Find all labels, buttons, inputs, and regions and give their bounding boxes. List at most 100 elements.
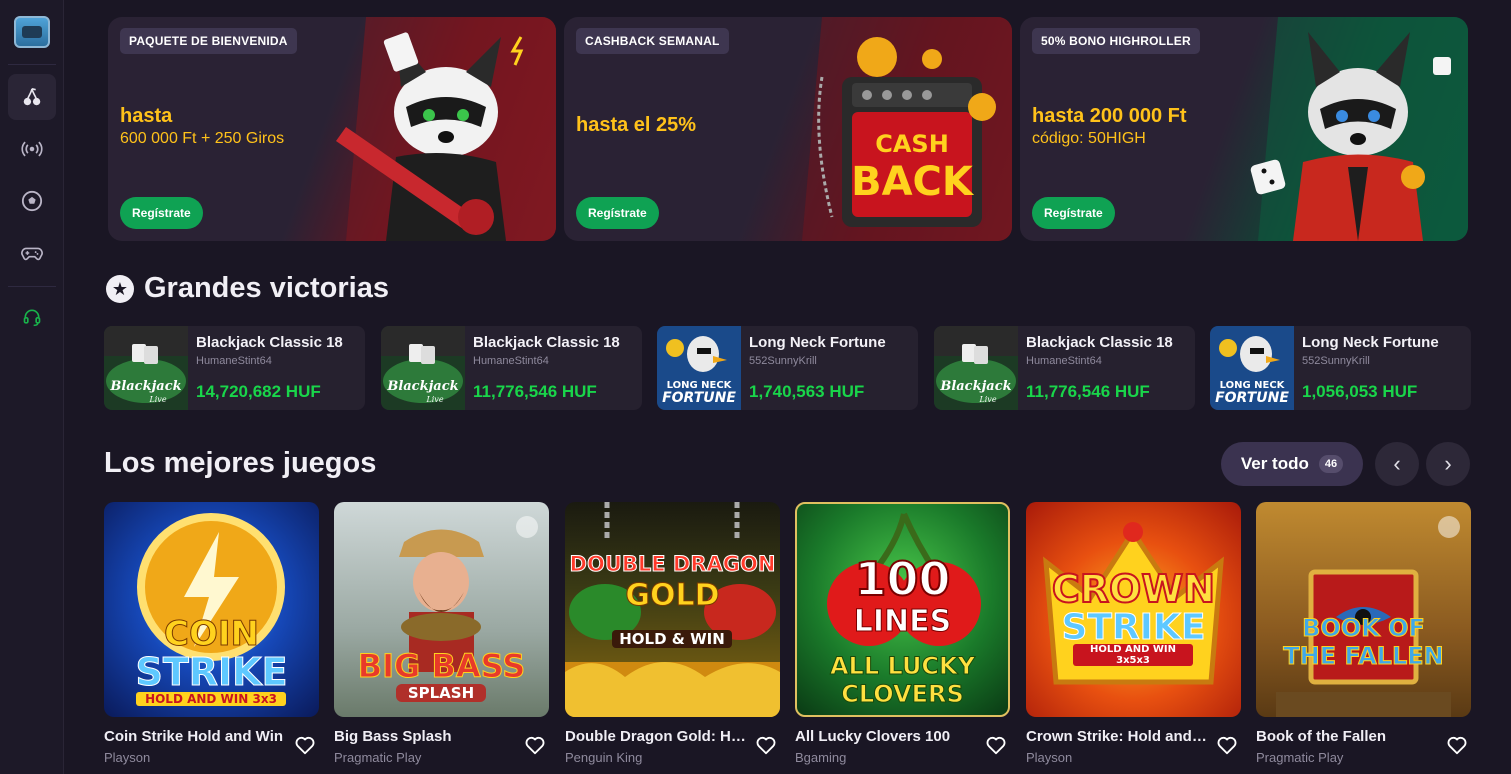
view-all-label: Ver todo <box>1240 454 1309 473</box>
sidebar-item-games[interactable] <box>8 230 56 276</box>
live-broadcast-icon <box>21 141 43 157</box>
game-card[interactable]: BOOK OF THE FALLEN Book of the Fallen Pr… <box>1256 502 1471 765</box>
banner-headline: hasta el 25% <box>576 114 697 136</box>
win-game-name: Long Neck Fortune <box>1302 334 1439 351</box>
game-card[interactable]: DOUBLE DRAGON GOLD HOLD & WIN Double Dra… <box>565 502 780 765</box>
win-amount: 11,776,546 HUF <box>1026 382 1150 401</box>
banner-tag: CASHBACK SEMANAL <box>576 28 729 54</box>
raccoon-dice-illustration <box>1250 17 1468 241</box>
long-neck-fortune-thumbnail: LONG NECK FORTUNE <box>1210 326 1294 410</box>
game-thumbnail[interactable]: CROWN STRIKE HOLD AND WIN 3x5x3 <box>1026 502 1241 717</box>
sidebar-divider <box>8 64 56 65</box>
svg-text:FORTUNE: FORTUNE <box>1215 390 1289 406</box>
cash-art-text: CASH <box>875 130 949 158</box>
blackjack-thumbnail: Blackjack Live <box>104 326 188 410</box>
sidebar-divider <box>8 286 56 287</box>
chevron-left-icon: ‹ <box>1393 451 1401 476</box>
sidebar <box>0 0 64 774</box>
chevron-right-icon: › <box>1444 451 1452 476</box>
register-button[interactable]: Regístrate <box>576 197 659 229</box>
win-amount: 11,776,546 HUF <box>473 382 597 401</box>
game-thumbnail[interactable]: BOOK OF THE FALLEN <box>1256 502 1471 717</box>
big-win-card[interactable]: LONG NECK FORTUNE Long Neck Fortune 552S… <box>1210 326 1471 410</box>
heart-icon[interactable] <box>1216 734 1238 756</box>
blackjack-thumbnail: Blackjack Live <box>934 326 1018 410</box>
game-provider: Pragmatic Play <box>1256 750 1344 765</box>
game-thumbnail[interactable]: 100 LINES ALL LUCKY CLOVERS <box>795 502 1010 717</box>
svg-text:Blackjack: Blackjack <box>939 379 1011 394</box>
win-game-name: Blackjack Classic 18 <box>473 334 620 351</box>
promo-banner-highroller[interactable]: 50% BONO HIGHROLLER hasta 200 000 Ft cód… <box>1020 17 1468 241</box>
game-title: Book of the Fallen <box>1256 728 1387 745</box>
heart-icon[interactable] <box>755 734 777 756</box>
main-content: PAQUETE DE BIENVENIDA hasta 600 000 Ft +… <box>64 0 1511 774</box>
win-username: HumaneStint64 <box>1026 355 1102 367</box>
big-win-card[interactable]: Blackjack Live Blackjack Classic 18 Huma… <box>104 326 365 410</box>
game-title: All Lucky Clovers 100 <box>795 728 951 745</box>
game-card[interactable]: COIN STRIKE HOLD AND WIN 3x3 Coin Strike… <box>104 502 319 765</box>
blackjack-thumbnail: Blackjack Live <box>381 326 465 410</box>
svg-text:Live: Live <box>148 395 166 404</box>
cashback-amp-illustration: CASH BACK <box>802 17 1012 241</box>
win-amount: 14,720,682 HUF <box>196 382 321 401</box>
raccoon-guitar-illustration <box>336 17 556 241</box>
logo-icon[interactable] <box>14 16 50 48</box>
promo-banner-welcome[interactable]: PAQUETE DE BIENVENIDA hasta 600 000 Ft +… <box>108 17 556 241</box>
long-neck-fortune-thumbnail: LONG NECK FORTUNE <box>657 326 741 410</box>
heart-icon[interactable] <box>1446 734 1468 756</box>
soccer-ball-icon <box>21 190 43 212</box>
carousel-next-button[interactable]: › <box>1426 442 1470 486</box>
game-card[interactable]: CROWN STRIKE HOLD AND WIN 3x5x3 Crown St… <box>1026 502 1241 765</box>
win-game-name: Blackjack Classic 18 <box>196 334 343 351</box>
game-title: Big Bass Splash <box>334 728 452 745</box>
big-wins-title: Grandes victorias <box>144 272 389 304</box>
game-title: Coin Strike Hold and Win <box>104 728 284 745</box>
win-username: 552SunnyKrill <box>1302 355 1370 367</box>
game-card[interactable]: 100 LINES ALL LUCKY CLOVERS All Lucky Cl… <box>795 502 1010 765</box>
game-provider: Pragmatic Play <box>334 750 422 765</box>
win-amount: 1,056,053 HUF <box>1302 382 1418 401</box>
win-username: HumaneStint64 <box>473 355 549 367</box>
svg-text:Live: Live <box>425 395 443 404</box>
big-win-card[interactable]: Blackjack Live Blackjack Classic 18 Huma… <box>381 326 642 410</box>
carousel-prev-button[interactable]: ‹ <box>1375 442 1419 486</box>
banner-subline: 600 000 Ft + 250 Giros <box>120 130 285 147</box>
view-all-count-badge: 46 <box>1318 455 1344 473</box>
view-all-button[interactable]: Ver todo 46 <box>1221 442 1363 486</box>
game-card[interactable]: BIG BASS SPLASH Big Bass Splash Pragmati… <box>334 502 549 765</box>
register-button[interactable]: Regístrate <box>1032 197 1115 229</box>
sidebar-item-sports[interactable] <box>8 178 56 224</box>
sidebar-item-casino[interactable] <box>8 74 56 120</box>
banner-tag: 50% BONO HIGHROLLER <box>1032 28 1200 54</box>
svg-text:Blackjack: Blackjack <box>109 379 181 394</box>
heart-icon[interactable] <box>524 734 546 756</box>
gamepad-icon <box>21 247 43 261</box>
big-win-card[interactable]: LONG NECK FORTUNE Long Neck Fortune 552S… <box>657 326 918 410</box>
sidebar-item-live[interactable] <box>8 126 56 172</box>
big-win-card[interactable]: Blackjack Live Blackjack Classic 18 Huma… <box>934 326 1195 410</box>
sidebar-item-support[interactable] <box>8 294 56 340</box>
win-amount: 1,740,563 HUF <box>749 382 865 401</box>
game-thumbnail[interactable]: BIG BASS SPLASH <box>334 502 549 717</box>
heart-icon[interactable] <box>294 734 316 756</box>
win-username: HumaneStint64 <box>196 355 272 367</box>
promo-banner-cashback[interactable]: CASH BACK CASHBACK SEMANAL hasta el 25% … <box>564 17 1012 241</box>
game-title: Crown Strike: Hold and ... <box>1026 728 1208 745</box>
heart-icon[interactable] <box>985 734 1007 756</box>
top-games-title: Los mejores juegos <box>104 447 377 479</box>
star-icon: ★ <box>106 275 134 303</box>
win-game-name: Long Neck Fortune <box>749 334 886 351</box>
banner-headline: hasta <box>120 105 173 127</box>
svg-text:Blackjack: Blackjack <box>386 379 458 394</box>
game-thumbnail[interactable]: COIN STRIKE HOLD AND WIN 3x3 <box>104 502 319 717</box>
game-provider: Penguin King <box>565 750 643 765</box>
game-thumbnail[interactable]: DOUBLE DRAGON GOLD HOLD & WIN <box>565 502 780 717</box>
win-username: 552SunnyKrill <box>749 355 817 367</box>
back-art-text: BACK <box>851 159 975 205</box>
win-game-name: Blackjack Classic 18 <box>1026 334 1173 351</box>
register-button[interactable]: Regístrate <box>120 197 203 229</box>
banner-tag: PAQUETE DE BIENVENIDA <box>120 28 297 54</box>
cherry-icon <box>23 87 41 106</box>
headset-icon <box>23 309 41 327</box>
game-title: Double Dragon Gold: Hol... <box>565 728 747 745</box>
